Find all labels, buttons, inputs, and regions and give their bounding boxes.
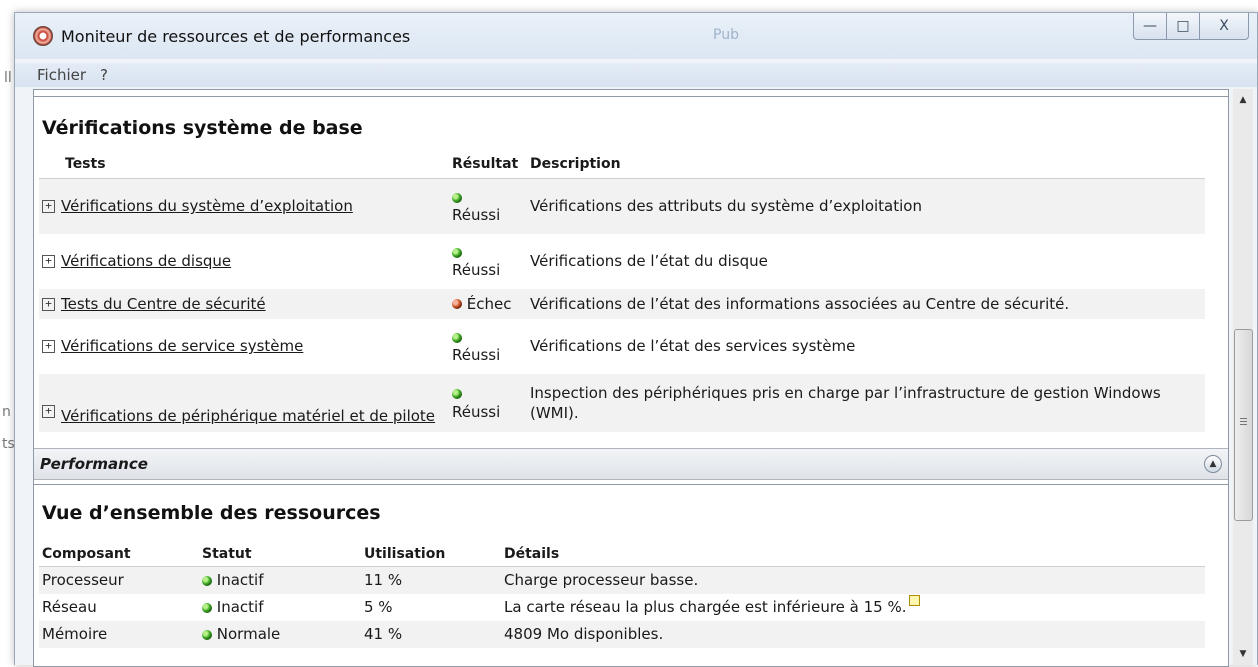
success-status-icon xyxy=(452,332,462,343)
result-text: Réussi xyxy=(452,206,501,225)
status-ok-icon xyxy=(202,575,212,586)
performance-title: Performance xyxy=(40,455,148,473)
expand-icon[interactable]: + xyxy=(42,200,55,214)
component-name: Mémoire xyxy=(42,625,108,643)
collapse-chevron-up-icon[interactable]: ▲ xyxy=(1204,455,1222,473)
maximize-button[interactable]: □ xyxy=(1167,13,1200,40)
close-icon: X xyxy=(1219,18,1229,34)
column-header-description: Description xyxy=(527,150,1205,179)
background-text-fragment: n xyxy=(2,404,11,420)
description-text: Vérifications de l’état des services sys… xyxy=(530,337,856,355)
app-window: Moniteur de ressources et de performance… xyxy=(14,12,1258,667)
minimize-button[interactable]: — xyxy=(1133,13,1167,40)
maximize-icon: □ xyxy=(1176,18,1190,34)
status-text: Inactif xyxy=(216,571,264,590)
status-ok-icon xyxy=(202,629,212,640)
result-text: Réussi xyxy=(452,261,501,279)
edit-note-icon[interactable] xyxy=(908,595,920,606)
expand-icon[interactable]: + xyxy=(42,340,55,353)
table-header-row: Tests Résultat Description xyxy=(39,150,1205,179)
description-text: Vérifications des attributs du système d… xyxy=(530,197,922,216)
column-header-details: Détails xyxy=(501,542,1205,567)
column-header-result: Résultat xyxy=(449,150,527,179)
success-status-icon xyxy=(452,192,462,203)
background-text-fragment: ts xyxy=(2,436,15,452)
background-text-fragment: ll xyxy=(4,70,12,86)
table-row: + Vérifications du système d’exploitation… xyxy=(39,178,1205,234)
table-row: + Vérifications de périphérique matériel … xyxy=(39,373,1205,432)
usage-value: 11 % xyxy=(364,571,403,590)
window-title: Moniteur de ressources et de performance… xyxy=(61,27,411,46)
expand-icon[interactable]: + xyxy=(42,297,55,311)
column-header-component: Composant xyxy=(39,542,199,567)
failure-status-icon xyxy=(452,299,462,309)
success-status-icon xyxy=(452,247,462,258)
status-text: Inactif xyxy=(216,598,264,616)
grip-icon xyxy=(1240,418,1247,426)
scroll-down-arrow-icon[interactable]: ▼ xyxy=(1233,645,1253,663)
menu-file[interactable]: Fichier xyxy=(37,66,86,84)
description-text: Vérifications de l’état des informations… xyxy=(530,294,1070,313)
description-text: Vérifications de l’état du disque xyxy=(530,252,768,270)
section-title-resources: Vue d’ensemble des ressources xyxy=(42,502,381,524)
component-name: Processeur xyxy=(42,571,124,590)
usage-value: 41 % xyxy=(364,625,403,643)
table-row: Processeur Inactif 11 % Charge processeu… xyxy=(39,566,1205,594)
result-text: Réussi xyxy=(452,346,501,364)
success-status-icon xyxy=(452,389,462,399)
description-text: Inspection des périphériques pris en cha… xyxy=(530,383,1161,422)
table-row: Réseau Inactif 5 % La carte réseau la pl… xyxy=(39,593,1205,621)
performance-section-header[interactable]: Performance ▲ xyxy=(34,448,1228,480)
column-header-status: Statut xyxy=(199,542,361,567)
scrollbar-thumb[interactable] xyxy=(1234,329,1253,521)
component-name: Réseau xyxy=(42,598,97,616)
table-header-row: Composant Statut Utilisation Détails xyxy=(39,542,1205,567)
test-link[interactable]: Tests du Centre de sécurité xyxy=(61,295,266,313)
column-header-tests: Tests xyxy=(39,150,449,179)
test-link[interactable]: Vérifications de périphérique matériel e… xyxy=(61,406,435,426)
section-title-basic-checks: Vérifications système de base xyxy=(42,117,363,139)
details-text: La carte réseau la plus chargée est infé… xyxy=(504,598,907,616)
status-text: Normale xyxy=(216,625,281,643)
test-link[interactable]: Vérifications du système d’exploitation xyxy=(61,197,353,215)
title-bar[interactable]: Moniteur de ressources et de performance… xyxy=(15,13,1257,59)
table-row: + Vérifications de service système Réussi… xyxy=(39,318,1205,374)
vertical-scrollbar[interactable]: ▲ ▼ xyxy=(1233,89,1253,665)
scroll-up-arrow-icon[interactable]: ▲ xyxy=(1233,91,1253,109)
minimize-icon: — xyxy=(1143,18,1157,34)
column-header-usage: Utilisation xyxy=(361,542,501,567)
menu-bar: Fichier ? xyxy=(15,63,1257,87)
basic-checks-table: Tests Résultat Description + Vérification… xyxy=(39,150,1205,432)
expand-icon[interactable]: + xyxy=(42,255,55,268)
status-ok-icon xyxy=(202,602,212,613)
test-link[interactable]: Vérifications de service système xyxy=(61,337,303,355)
result-text: Réussi xyxy=(452,402,501,421)
menu-help[interactable]: ? xyxy=(100,66,108,84)
result-text: Échec xyxy=(466,294,512,313)
test-link[interactable]: Vérifications de disque xyxy=(61,252,231,270)
details-text: Charge processeur basse. xyxy=(504,571,699,590)
title-hint-text: Pub xyxy=(713,27,739,43)
expand-icon[interactable]: + xyxy=(42,404,55,418)
report-content: Vérifications système de base Tests Résu… xyxy=(33,89,1229,667)
resource-monitor-icon xyxy=(33,26,53,46)
table-row: Mémoire Normale 41 % 4809 Mo disponibles… xyxy=(39,620,1205,648)
table-row: + Tests du Centre de sécurité Échec Vérif… xyxy=(39,288,1205,319)
usage-value: 5 % xyxy=(364,598,393,616)
details-text: 4809 Mo disponibles. xyxy=(504,625,664,643)
divider xyxy=(34,90,1228,97)
table-row: + Vérifications de disque Réussi Vérifica… xyxy=(39,233,1205,289)
resources-table: Composant Statut Utilisation Détails Pro… xyxy=(39,542,1205,648)
close-button[interactable]: X xyxy=(1200,13,1249,40)
